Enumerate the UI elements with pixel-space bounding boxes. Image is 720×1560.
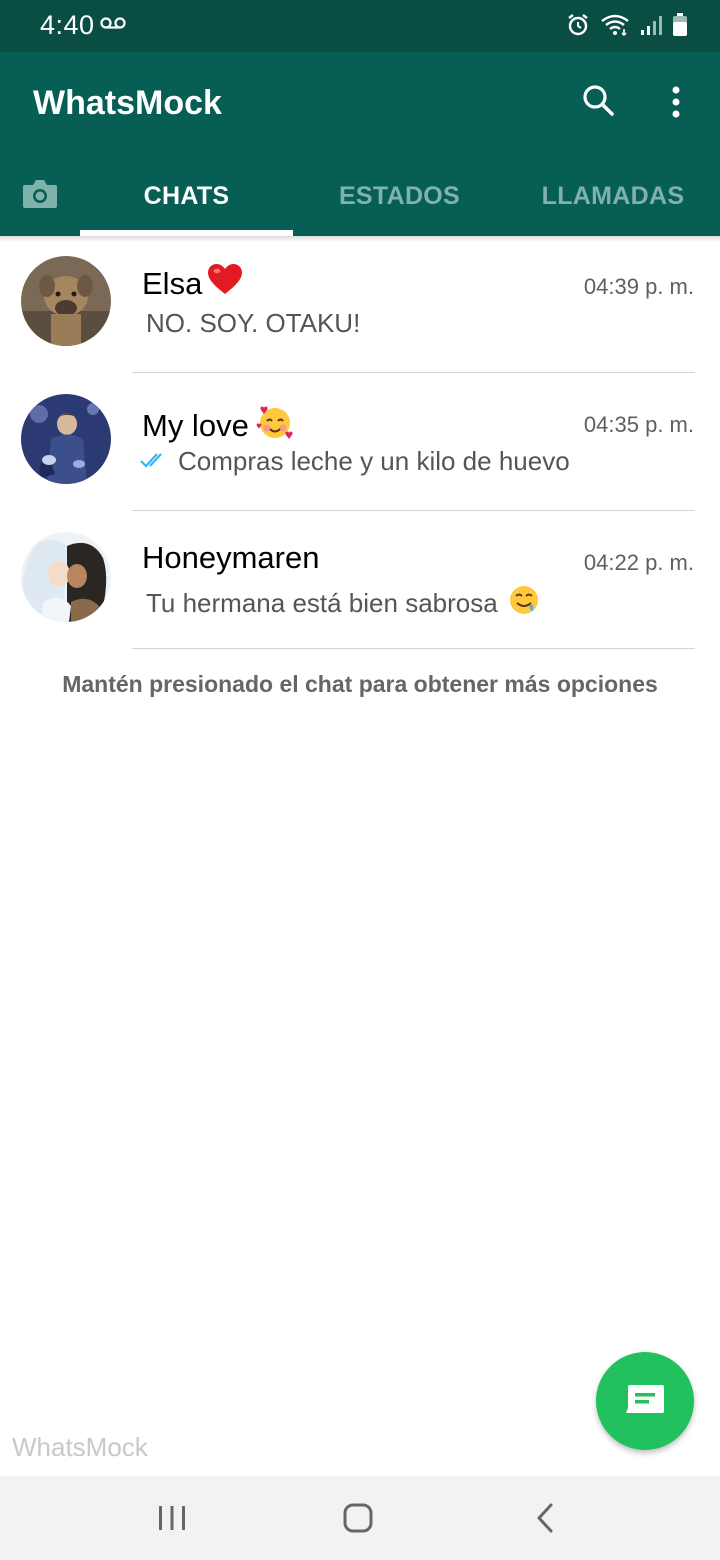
home-icon[interactable] xyxy=(338,1498,378,1538)
chat-last-message: NO. SOY. OTAKU! xyxy=(146,308,361,338)
signal-icon xyxy=(640,14,662,41)
voicemail-icon xyxy=(100,16,126,35)
more-vert-icon[interactable] xyxy=(662,82,690,122)
avatar[interactable] xyxy=(21,256,111,346)
new-chat-button[interactable] xyxy=(596,1352,694,1450)
chat-last-message: Tu hermana está bien sabrosa xyxy=(146,584,540,623)
chat-time: 04:22 p. m. xyxy=(583,550,694,575)
chat-row-my-love[interactable]: My love 04:35 p. m. Compras leche y un k… xyxy=(0,374,720,512)
new-chat-icon xyxy=(625,1384,665,1419)
avatar[interactable] xyxy=(21,532,111,622)
back-icon[interactable] xyxy=(526,1498,566,1538)
smiling-face-with-hearts-icon xyxy=(255,402,295,450)
chat-name: Elsa xyxy=(142,264,243,304)
battery-icon xyxy=(672,13,688,42)
long-press-hint: Mantén presionado el chat para obtener m… xyxy=(62,671,658,697)
tab-estados[interactable]: ESTADOS xyxy=(293,156,506,236)
double-check-icon xyxy=(140,446,168,477)
chat-row-elsa[interactable]: Elsa 04:39 p. m. NO. SOY. OTAKU! xyxy=(0,236,720,374)
chat-row-honeymaren[interactable]: Honeymaren 04:22 p. m. Tu hermana está b… xyxy=(0,512,720,650)
chat-time: 04:35 p. m. xyxy=(583,412,694,437)
status-icons xyxy=(566,13,688,42)
heart-icon xyxy=(208,264,243,304)
chat-name: My love xyxy=(142,402,295,450)
status-bar: 4:40 xyxy=(0,0,720,52)
wifi-icon xyxy=(600,13,630,42)
tab-llamadas[interactable]: LLAMADAS xyxy=(506,156,720,236)
tab-chats[interactable]: CHATS xyxy=(80,156,293,236)
status-time: 4:40 xyxy=(40,10,95,40)
drooling-face-icon xyxy=(508,584,540,623)
search-icon[interactable] xyxy=(580,82,620,122)
chat-time: 04:39 p. m. xyxy=(583,274,694,299)
navigation-bar xyxy=(0,1476,720,1560)
watermark: WhatsMock xyxy=(12,1432,148,1462)
chat-name: Honeymaren xyxy=(142,540,320,575)
recents-icon[interactable] xyxy=(152,1498,192,1538)
divider xyxy=(132,372,695,373)
divider xyxy=(132,648,695,649)
chat-last-message: Compras leche y un kilo de huevo xyxy=(140,446,570,477)
alarm-icon xyxy=(566,13,590,42)
tab-camera[interactable] xyxy=(0,156,80,236)
avatar[interactable] xyxy=(21,394,111,484)
camera-icon xyxy=(21,178,59,215)
app-title: WhatsMock xyxy=(33,84,222,122)
divider xyxy=(132,510,695,511)
app-header: WhatsMock CHATS ESTADOS LLAMADAS xyxy=(0,52,720,236)
